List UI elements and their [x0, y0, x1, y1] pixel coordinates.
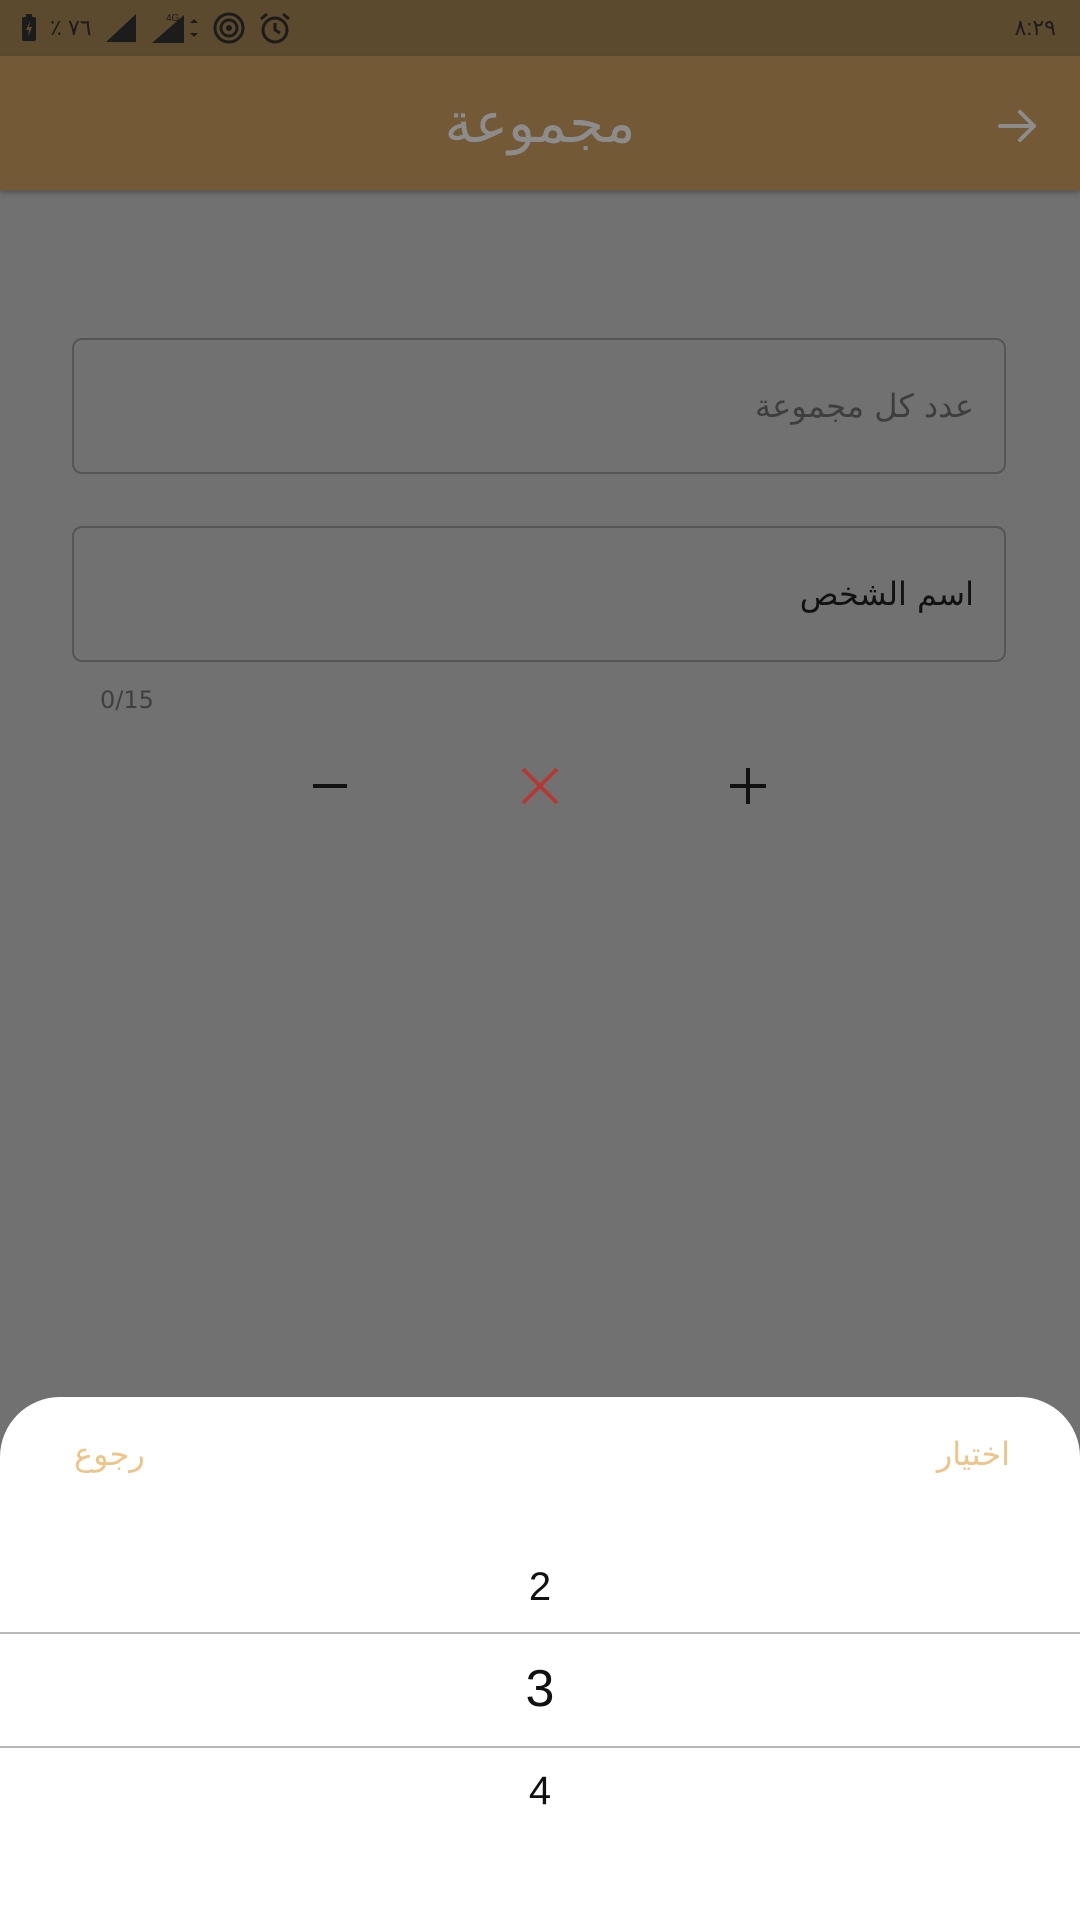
status-icons: ٪ ٧٦ 4G: [20, 10, 292, 46]
minus-icon[interactable]: [300, 756, 360, 816]
group-count-input[interactable]: [74, 339, 976, 473]
signal-icon: [105, 14, 136, 42]
picker-divider: [0, 1632, 1080, 1634]
group-count-field[interactable]: [72, 338, 1006, 474]
battery-percent: ٪ ٧٦: [50, 15, 92, 40]
hotspot-icon: [213, 12, 245, 44]
choose-button[interactable]: اختيار: [937, 1435, 1010, 1473]
person-name-field[interactable]: [72, 526, 1006, 662]
page-title: مجموعة: [444, 90, 636, 156]
app-bar: مجموعة: [0, 56, 1080, 190]
battery-charging-icon: [22, 14, 36, 41]
person-name-input[interactable]: [74, 527, 976, 661]
close-icon[interactable]: [510, 756, 570, 816]
signal-4g-icon: 4G: [151, 13, 198, 43]
picker-sheet: اختيار رجوع 2 3 4: [0, 1397, 1080, 1920]
plus-icon[interactable]: [718, 756, 778, 816]
picker-option[interactable]: 4: [0, 1769, 1080, 1814]
picker-divider: [0, 1746, 1080, 1748]
picker-option-selected[interactable]: 3: [0, 1659, 1080, 1719]
alarm-icon: [259, 12, 290, 44]
svg-text:4G: 4G: [166, 13, 180, 24]
picker-option[interactable]: 2: [0, 1565, 1080, 1610]
status-time: ٨:٢٩: [1014, 15, 1056, 40]
back-button[interactable]: رجوع: [74, 1435, 145, 1473]
status-bar: ٪ ٧٦ 4G ٨:٢٩: [0, 0, 1080, 56]
character-counter: 0/15: [100, 686, 154, 714]
arrow-right-icon[interactable]: [994, 102, 1042, 150]
